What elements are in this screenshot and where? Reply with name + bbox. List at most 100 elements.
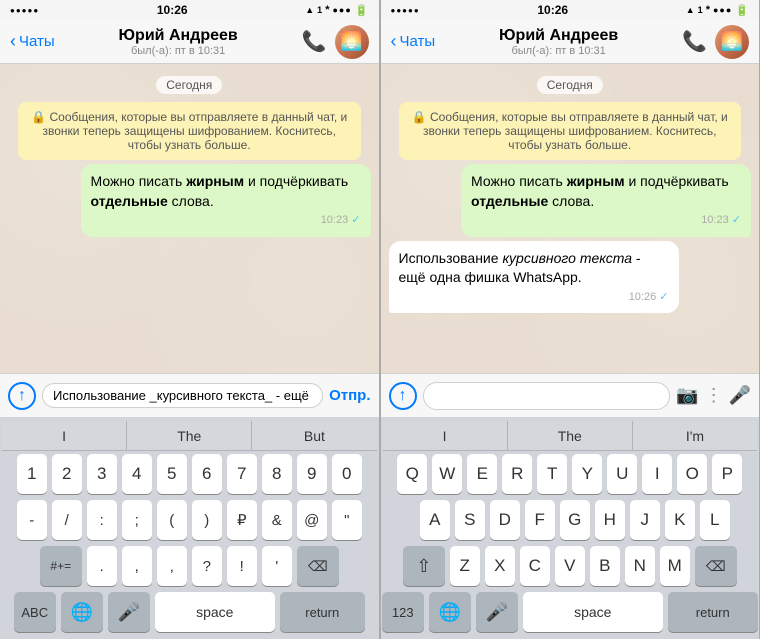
key-W[interactable]: W	[432, 454, 462, 494]
key-ampersand[interactable]: &	[262, 500, 292, 540]
key-7[interactable]: 7	[227, 454, 257, 494]
key-apostrophe[interactable]: '	[262, 546, 292, 586]
suggestion-I-left[interactable]: I	[2, 421, 127, 450]
key-slash[interactable]: /	[52, 500, 82, 540]
key-globe-left[interactable]: 🌐	[61, 592, 103, 632]
key-D[interactable]: D	[490, 500, 520, 540]
send-btn-left[interactable]: Отпр.	[329, 387, 370, 404]
key-2[interactable]: 2	[52, 454, 82, 494]
message-input-left[interactable]	[42, 383, 323, 408]
nav-right-left: 📞 🌅	[302, 25, 369, 59]
key-dot[interactable]: .	[87, 546, 117, 586]
voice-btn-right[interactable]: ↑	[389, 382, 417, 410]
key-backspace-left[interactable]: ⌫	[297, 546, 339, 586]
key-space-right[interactable]: space	[523, 592, 663, 632]
suggestion-I-right[interactable]: I	[383, 421, 508, 450]
key-G[interactable]: G	[560, 500, 590, 540]
key-exclaim[interactable]: !	[227, 546, 257, 586]
key-mic-right[interactable]: 🎤	[476, 592, 518, 632]
sent-bubble-text-left: Можно писать жирным и подчёркивать отдел…	[91, 172, 361, 211]
back-button-left[interactable]: ‹ Чаты	[10, 31, 55, 52]
key-9[interactable]: 9	[297, 454, 327, 494]
key-return-right[interactable]: return	[668, 592, 758, 632]
chat-area-right[interactable]: Сегодня 🔒 Сообщения, которые вы отправля…	[381, 64, 760, 373]
key-abc[interactable]: ABC	[14, 592, 56, 632]
key-space-left[interactable]: space	[155, 592, 275, 632]
suggestion-Im-right[interactable]: I'm	[633, 421, 757, 450]
status-bar-left: ●●●●● 10:26 ▲ 1 * ●●● 🔋	[0, 0, 379, 20]
suggestion-The-right[interactable]: The	[508, 421, 633, 450]
system-message-right[interactable]: 🔒 Сообщения, которые вы отправляете в да…	[399, 102, 742, 160]
key-semicolon[interactable]: ;	[122, 500, 152, 540]
chat-area-left[interactable]: Сегодня 🔒 Сообщения, которые вы отправля…	[0, 64, 379, 373]
left-phone-panel: ●●●●● 10:26 ▲ 1 * ●●● 🔋 ‹ Чаты Юрий Андр…	[0, 0, 380, 639]
nav-right-right: 📞 🌅	[682, 25, 749, 59]
key-paren-close[interactable]: )	[192, 500, 222, 540]
key-B[interactable]: B	[590, 546, 620, 586]
key-quote[interactable]: "	[332, 500, 362, 540]
key-C[interactable]: C	[520, 546, 550, 586]
avatar-right[interactable]: 🌅	[715, 25, 749, 59]
key-0[interactable]: 0	[332, 454, 362, 494]
key-123-right[interactable]: 123	[382, 592, 424, 632]
input-area-left: ↑ Отпр.	[0, 373, 379, 417]
key-8[interactable]: 8	[262, 454, 292, 494]
key-Z[interactable]: Z	[450, 546, 480, 586]
suggestion-The-left[interactable]: The	[127, 421, 252, 450]
key-K[interactable]: K	[665, 500, 695, 540]
dots-icon-right[interactable]: ⋮	[705, 385, 723, 406]
message-input-right[interactable]	[423, 382, 671, 410]
kbd-row-special: #+= . , ‚ ? ! ' ⌫	[2, 543, 377, 589]
key-O[interactable]: O	[677, 454, 707, 494]
key-backspace-right[interactable]: ⌫	[695, 546, 737, 586]
key-U[interactable]: U	[607, 454, 637, 494]
key-mic-left[interactable]: 🎤	[108, 592, 150, 632]
key-comma3[interactable]: ‚	[157, 546, 187, 586]
key-Y[interactable]: Y	[572, 454, 602, 494]
key-colon[interactable]: :	[87, 500, 117, 540]
key-S[interactable]: S	[455, 500, 485, 540]
key-A[interactable]: A	[420, 500, 450, 540]
key-1[interactable]: 1	[17, 454, 47, 494]
key-F[interactable]: F	[525, 500, 555, 540]
key-I[interactable]: I	[642, 454, 672, 494]
key-3[interactable]: 3	[87, 454, 117, 494]
kbd-suggestions-right: I The I'm	[383, 421, 758, 451]
key-at[interactable]: @	[297, 500, 327, 540]
sent-bubble-left: Можно писать жирным и подчёркивать отдел…	[81, 164, 371, 237]
key-E[interactable]: E	[467, 454, 497, 494]
key-ruble[interactable]: ₽	[227, 500, 257, 540]
key-M[interactable]: M	[660, 546, 690, 586]
system-message-left[interactable]: 🔒 Сообщения, которые вы отправляете в да…	[18, 102, 361, 160]
key-dash[interactable]: -	[17, 500, 47, 540]
key-paren-open[interactable]: (	[157, 500, 187, 540]
key-question[interactable]: ?	[192, 546, 222, 586]
mic-icon-right[interactable]: 🎤	[729, 385, 751, 406]
key-P[interactable]: P	[712, 454, 742, 494]
back-button-right[interactable]: ‹ Чаты	[391, 31, 436, 52]
key-Q[interactable]: Q	[397, 454, 427, 494]
suggestion-But-left[interactable]: But	[252, 421, 376, 450]
keyboard-qwerty: I The I'm Q W E R T Y U I O P A S D F G …	[381, 417, 760, 639]
key-X[interactable]: X	[485, 546, 515, 586]
key-J[interactable]: J	[630, 500, 660, 540]
key-L[interactable]: L	[700, 500, 730, 540]
camera-icon-right[interactable]: 📷	[676, 385, 698, 406]
phone-icon-right[interactable]: 📞	[682, 29, 707, 54]
key-comma2[interactable]: ,	[122, 546, 152, 586]
key-5[interactable]: 5	[157, 454, 187, 494]
key-return-left[interactable]: return	[280, 592, 365, 632]
key-shift[interactable]: ⇧	[403, 546, 445, 586]
key-V[interactable]: V	[555, 546, 585, 586]
key-6[interactable]: 6	[192, 454, 222, 494]
voice-btn-left[interactable]: ↑	[8, 382, 36, 410]
key-N[interactable]: N	[625, 546, 655, 586]
key-H[interactable]: H	[595, 500, 625, 540]
key-hashplus[interactable]: #+=	[40, 546, 82, 586]
avatar-left[interactable]: 🌅	[335, 25, 369, 59]
key-R[interactable]: R	[502, 454, 532, 494]
key-globe-right[interactable]: 🌐	[429, 592, 471, 632]
key-T[interactable]: T	[537, 454, 567, 494]
key-4[interactable]: 4	[122, 454, 152, 494]
phone-icon-left[interactable]: 📞	[302, 29, 327, 54]
